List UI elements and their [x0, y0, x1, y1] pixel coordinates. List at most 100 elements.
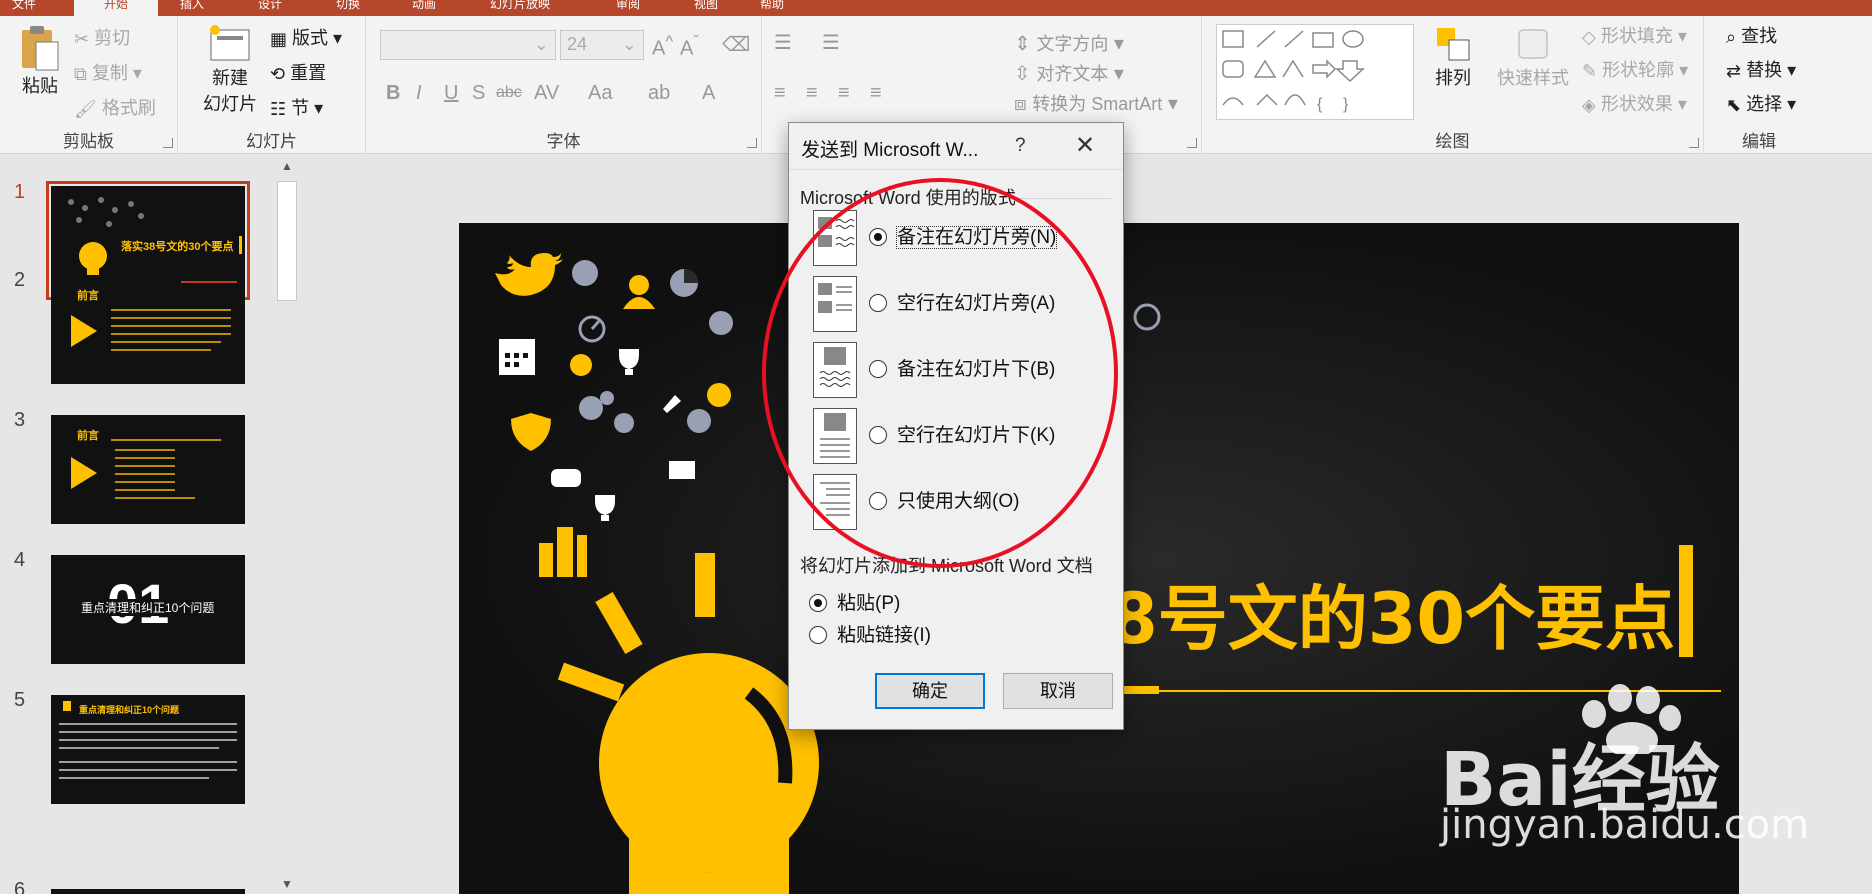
cut-button[interactable]: ✂ 剪切 — [74, 24, 130, 50]
italic-icon[interactable]: I — [416, 82, 422, 105]
paste-button[interactable]: 粘贴 — [14, 24, 66, 98]
option-label: 空行在幻灯片下(K) — [897, 425, 1056, 446]
tab-slideshow[interactable]: 幻灯片放映 — [490, 0, 550, 16]
slide-thumbnail-6[interactable] — [51, 889, 245, 894]
option-label: 粘贴(P) — [837, 593, 901, 614]
font-size-combo[interactable]: 24 ⌄ — [560, 30, 644, 60]
align-left-icon[interactable]: ≡ — [774, 82, 786, 105]
slide-number: 6 — [14, 879, 26, 894]
shape-fill-label: 形状填充 — [1600, 26, 1673, 46]
slides-group-label: 幻灯片 — [246, 132, 297, 151]
text-direction-label: 文字方向 — [1036, 34, 1109, 54]
slide-number: 4 — [14, 549, 26, 571]
trophy-icon — [619, 349, 639, 375]
select-button[interactable]: ⬉ 选择 ▾ — [1726, 90, 1796, 116]
option-outline-only[interactable]: 只使用大纲(O) — [869, 486, 1019, 513]
align-right-icon[interactable]: ≡ — [838, 82, 850, 105]
radio-button[interactable] — [809, 626, 827, 644]
scroll-up-icon[interactable]: ▲ — [281, 159, 293, 173]
slide-thumbnail-2[interactable]: 前言 — [51, 275, 245, 384]
arrange-button[interactable]: 排列 — [1428, 24, 1478, 90]
underline-icon[interactable]: U — [444, 82, 458, 105]
tab-view[interactable]: 视图 — [694, 0, 718, 16]
tab-animations[interactable]: 动画 — [412, 0, 436, 16]
change-case-button[interactable]: Aa — [588, 82, 612, 105]
scroll-down-icon[interactable]: ▼ — [281, 877, 293, 891]
shape-fill-button[interactable]: ◇ 形状填充 ▾ — [1582, 22, 1687, 48]
drawing-launcher-icon[interactable] — [1689, 138, 1699, 148]
shadow-icon[interactable]: S — [472, 82, 485, 105]
cancel-button[interactable]: 取消 — [1003, 673, 1113, 709]
tab-insert[interactable]: 插入 — [180, 0, 204, 16]
paragraph-launcher-icon[interactable] — [1187, 138, 1197, 148]
calendar-icon — [499, 339, 535, 375]
smartart-button[interactable]: ⧈ 转换为 SmartArt ▾ — [1014, 90, 1178, 116]
bold-icon[interactable]: B — [386, 82, 400, 105]
shapes-gallery[interactable]: {} — [1216, 24, 1414, 120]
option-notes-next-to-slides[interactable]: 备注在幻灯片旁(N) — [869, 222, 1058, 249]
grow-font-icon[interactable]: A^ — [652, 32, 673, 61]
tab-home[interactable]: 开始 — [74, 0, 158, 16]
layout-section-label: Microsoft Word 使用的版式 — [800, 188, 1016, 208]
ok-button[interactable]: 确定 — [875, 673, 985, 709]
replace-button[interactable]: ⇄ 替换 ▾ — [1726, 56, 1796, 82]
clipboard-launcher-icon[interactable] — [163, 138, 173, 148]
reset-button[interactable]: ⟲ 重置 — [270, 59, 326, 85]
tab-file[interactable]: 文件 — [12, 0, 36, 16]
thumbnail-scrollbar[interactable]: ▲ ▼ — [275, 155, 299, 894]
align-text-button[interactable]: ⇳ 对齐文本 ▾ — [1014, 60, 1124, 86]
radio-button[interactable] — [869, 492, 887, 510]
quick-styles-button[interactable]: 快速样式 — [1490, 24, 1576, 90]
radio-button[interactable] — [869, 228, 887, 246]
slide-thumbnail-3[interactable]: 前言 — [51, 415, 245, 524]
dialog-body: Microsoft Word 使用的版式 备注在幻灯片旁(N) 空行在幻灯片旁(… — [789, 169, 1123, 729]
layout-button[interactable]: ▦ 版式 ▾ — [270, 24, 342, 50]
bullets-icon[interactable]: ☰ — [774, 30, 792, 55]
add-slides-section-label: 将幻灯片添加到 Microsoft Word 文档 — [800, 556, 1093, 576]
baidu-watermark: Bai经验 jingyan.baidu.com — [1420, 684, 1860, 890]
find-button[interactable]: ⌕ 查找 — [1726, 22, 1777, 48]
radio-button[interactable] — [809, 594, 827, 612]
shape-effects-button[interactable]: ◈ 形状效果 ▾ — [1582, 90, 1687, 116]
tab-transitions[interactable]: 切换 — [336, 0, 360, 16]
shrink-font-icon[interactable]: Aˇ — [680, 32, 699, 61]
font-launcher-icon[interactable] — [747, 138, 757, 148]
format-painter-button[interactable]: 🖌 格式刷 — [74, 94, 156, 120]
font-size-value: 24 — [567, 34, 588, 54]
radio-button[interactable] — [869, 360, 887, 378]
tab-design[interactable]: 设计 — [258, 0, 282, 16]
shield-icon — [511, 413, 551, 451]
strikethrough-icon[interactable]: abc — [496, 84, 522, 102]
align-center-icon[interactable]: ≡ — [806, 82, 818, 105]
font-color-icon[interactable]: A — [702, 82, 715, 105]
radio-button[interactable] — [869, 294, 887, 312]
slide-thumbnail-4[interactable]: 01 重点清理和纠正10个问题 — [51, 555, 245, 664]
font-name-combo[interactable]: ⌄ — [380, 30, 556, 60]
close-icon[interactable]: ✕ — [1069, 131, 1101, 161]
slide-thumbnail-5[interactable]: 重点清理和纠正10个问题 — [51, 695, 245, 804]
tab-help[interactable]: 帮助 — [760, 0, 784, 16]
copy-button[interactable]: ⧉ 复制 ▾ — [74, 59, 142, 85]
numbering-icon[interactable]: ☰ — [822, 30, 840, 55]
radio-button[interactable] — [869, 426, 887, 444]
text-direction-button[interactable]: ⇕ 文字方向 ▾ — [1014, 30, 1124, 56]
layout-preview-icon — [818, 283, 852, 313]
option-paste[interactable]: 粘贴(P) — [809, 588, 900, 615]
highlight-icon[interactable]: ab — [648, 82, 670, 105]
shape-outline-button[interactable]: ✎ 形状轮廓 ▾ — [1582, 56, 1688, 82]
clear-format-icon[interactable]: ⌫ — [722, 32, 750, 57]
new-slide-button[interactable]: 新建 幻灯片 — [190, 24, 270, 116]
scrollbar-thumb[interactable] — [277, 181, 297, 301]
option-blank-lines-next-to-slides[interactable]: 空行在幻灯片旁(A) — [869, 288, 1055, 315]
section-button[interactable]: ☷ 节 ▾ — [270, 94, 323, 120]
lightbulb-small-icon — [570, 354, 592, 376]
option-paste-link[interactable]: 粘贴链接(I) — [809, 620, 931, 647]
justify-icon[interactable]: ≡ — [870, 82, 882, 105]
option-blank-lines-below-slides[interactable]: 空行在幻灯片下(K) — [869, 420, 1055, 447]
option-notes-below-slides[interactable]: 备注在幻灯片下(B) — [869, 354, 1055, 381]
section-icon: ☷ — [270, 98, 287, 119]
char-spacing-icon[interactable]: AV — [534, 82, 559, 105]
tab-review[interactable]: 审阅 — [616, 0, 640, 16]
help-icon[interactable]: ? — [1015, 135, 1026, 157]
slide-number: 5 — [14, 689, 26, 711]
